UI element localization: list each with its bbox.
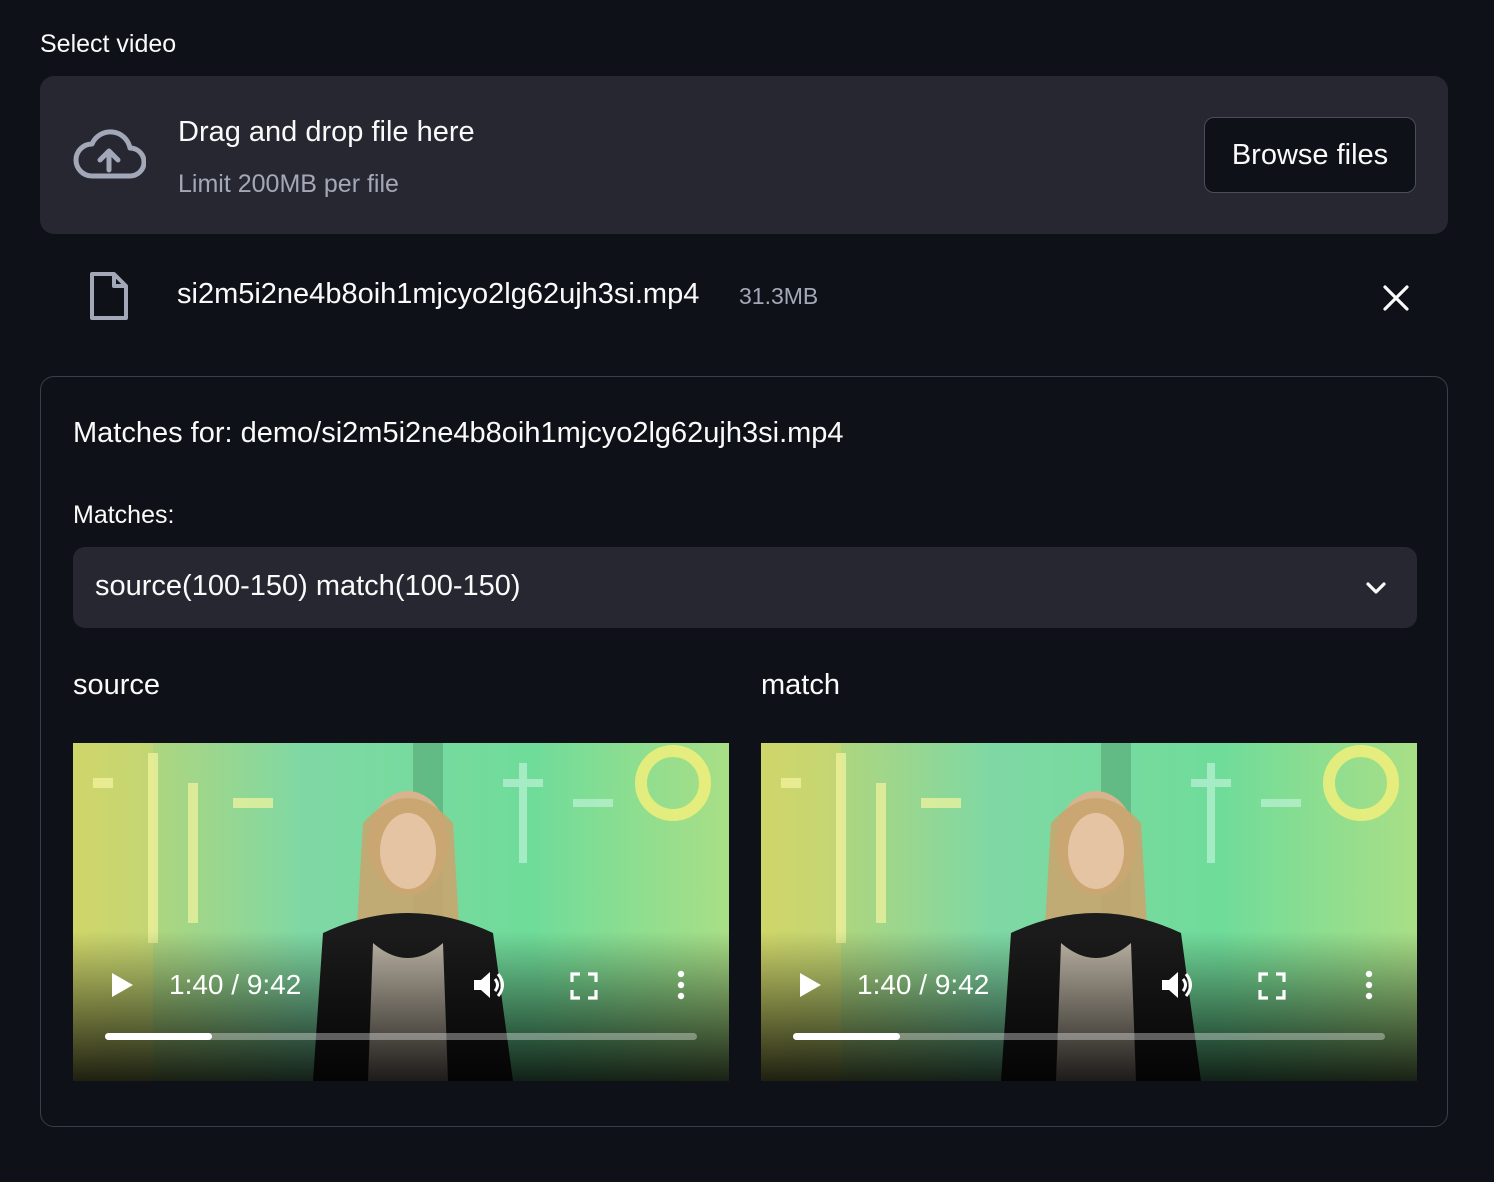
- upload-label: Select video: [40, 30, 177, 58]
- file-icon: [90, 272, 128, 320]
- file-size: 31.3MB: [739, 283, 819, 309]
- matches-select-value: source(100-150) match(100-150): [95, 570, 521, 602]
- more-vert-icon[interactable]: [1361, 969, 1377, 1001]
- file-name: si2m5i2ne4b8oih1mjcyo2lg62ujh3si.mp4: [177, 278, 700, 310]
- fullscreen-icon[interactable]: [1258, 972, 1286, 1000]
- browse-files-button[interactable]: Browse files: [1204, 117, 1416, 193]
- dropzone-title: Drag and drop file here: [178, 116, 475, 148]
- source-title: source: [73, 669, 161, 701]
- controls-overlay: [761, 931, 1417, 1081]
- source-video-player[interactable]: 1:40 / 9:42: [73, 743, 729, 1081]
- progress-bar[interactable]: [105, 1033, 697, 1040]
- cloud-upload-icon: [73, 129, 146, 179]
- file-dropzone[interactable]: Drag and drop file here Limit 200MB per …: [40, 76, 1448, 234]
- match-video-player[interactable]: 1:40 / 9:42: [761, 743, 1417, 1081]
- volume-icon[interactable]: [1159, 967, 1195, 1003]
- play-icon[interactable]: [109, 971, 135, 999]
- progress-bar[interactable]: [793, 1033, 1385, 1040]
- video-time: 1:40 / 9:42: [169, 969, 302, 1000]
- play-icon[interactable]: [797, 971, 823, 999]
- matches-select-label: Matches:: [73, 501, 175, 529]
- matches-title: Matches for: demo/si2m5i2ne4b8oih1mjcyo2…: [73, 417, 844, 449]
- more-vert-icon[interactable]: [673, 969, 689, 1001]
- close-icon[interactable]: [1380, 282, 1412, 314]
- dropzone-limit: Limit 200MB per file: [178, 170, 399, 198]
- chevron-down-icon: [1366, 582, 1386, 594]
- video-time: 1:40 / 9:42: [857, 969, 990, 1000]
- match-title: match: [761, 669, 840, 701]
- matches-panel: Matches for: demo/si2m5i2ne4b8oih1mjcyo2…: [40, 376, 1448, 1127]
- progress-fill: [793, 1033, 900, 1040]
- matches-select[interactable]: source(100-150) match(100-150): [73, 547, 1417, 628]
- fullscreen-icon[interactable]: [570, 972, 598, 1000]
- controls-overlay: [73, 931, 729, 1081]
- progress-fill: [105, 1033, 212, 1040]
- volume-icon[interactable]: [471, 967, 507, 1003]
- uploaded-file-row: si2m5i2ne4b8oih1mjcyo2lg62ujh3si.mp4 31.…: [40, 262, 1448, 332]
